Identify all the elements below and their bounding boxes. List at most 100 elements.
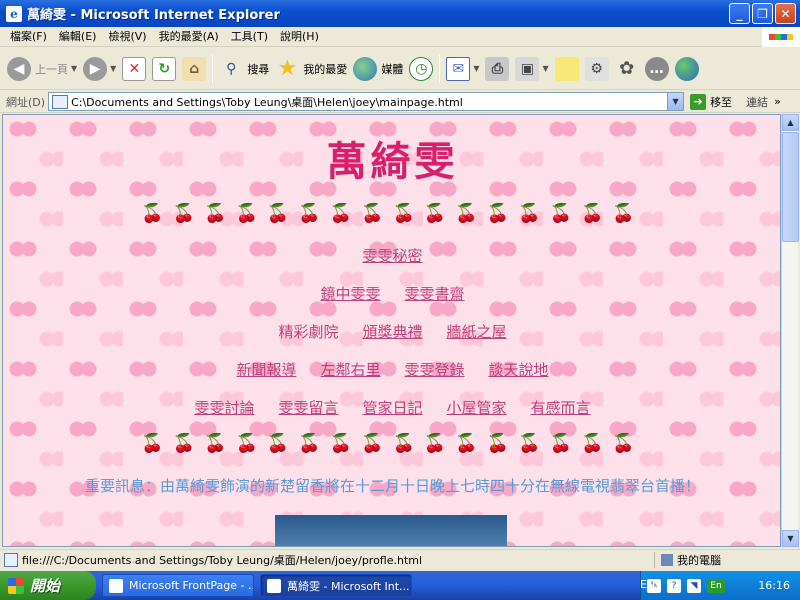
nav-row-5: 雯雯討論 雯雯留言 管家日記 小屋管家 有感而言 [3, 397, 780, 418]
messenger-people-icon [674, 56, 699, 81]
back-dropdown-icon[interactable]: ▼ [71, 64, 77, 73]
media-button[interactable]: 媒體 [350, 52, 406, 86]
nav-link-housekeeper[interactable]: 小屋管家 [447, 397, 507, 418]
scroll-up-icon[interactable]: ▲ [782, 114, 799, 131]
my-computer-icon [661, 554, 673, 566]
toolbar: ◀ 上一頁 ▼ ▶ ▼ ✕ ↻ ⌂ ⚲ 搜尋 ★ 我的最愛 媒體 ◷ ✉ ▼ ⎙… [0, 48, 800, 90]
favorites-label: 我的最愛 [303, 62, 348, 76]
scroll-thumb[interactable] [782, 132, 799, 242]
address-bar: 網址(D) C:\Documents and Settings\Toby Leu… [0, 91, 800, 113]
status-bar: file:///C:/Documents and Settings/Toby L… [0, 549, 800, 570]
address-input[interactable]: C:\Documents and Settings\Toby Leung\桌面\… [48, 92, 685, 111]
home-button[interactable]: ⌂ [179, 52, 209, 86]
forward-dropdown-icon[interactable]: ▼ [110, 64, 116, 73]
mail-button[interactable]: ✉ ▼ [443, 52, 482, 86]
important-notice: 重要訊息：由萬綺雯飾演的新楚留香將在十二月十日晚上七時四十分在無線電視翡翠台首播… [84, 477, 700, 495]
go-label: 移至 [710, 95, 733, 109]
windows-logo-icon [762, 27, 800, 47]
nav-link-secret[interactable]: 雯雯秘密 [362, 245, 422, 266]
nav-link-awards[interactable]: 頒獎典禮 [362, 321, 422, 342]
menu-help[interactable]: 說明(H) [274, 28, 325, 46]
printer-icon: ⎙ [485, 56, 510, 81]
forward-arrow-icon: ▶ [83, 56, 108, 81]
search-button[interactable]: ⚲ 搜尋 [216, 52, 272, 86]
go-arrow-icon: ➔ [690, 93, 707, 110]
menu-tools[interactable]: 工具(T) [225, 28, 274, 46]
nav-link-study[interactable]: 雯雯書齋 [405, 283, 465, 304]
edit-button[interactable]: ▣ ▼ [512, 52, 551, 86]
links-button[interactable]: 連結 [746, 94, 768, 110]
home-icon: ⌂ [182, 56, 207, 81]
tool-button[interactable]: ✿ [612, 52, 642, 86]
page-title: 萬綺雯 [326, 138, 459, 185]
nav-link-register[interactable]: 雯雯登錄 [405, 359, 465, 380]
go-button[interactable]: ➔ 移至 [690, 93, 733, 110]
menu-favorites[interactable]: 我的最愛(A) [153, 28, 225, 46]
close-button[interactable]: ✕ [775, 3, 796, 24]
star-icon: ★ [277, 56, 298, 81]
address-dropdown-icon[interactable]: ▼ [667, 93, 684, 110]
toolbar-separator [439, 54, 441, 83]
print-button[interactable]: ⎙ [482, 52, 512, 86]
scroll-down-icon[interactable]: ▼ [782, 530, 799, 547]
task-ie[interactable]: 萬綺雯 - Microsoft Int... [260, 574, 412, 597]
nav-link-neighbours[interactable]: 左鄰右里 [320, 359, 380, 380]
nav-link-mirror[interactable]: 鏡中雯雯 [320, 283, 380, 304]
cherry-divider-top: 🍒🍒🍒🍒🍒🍒🍒🍒🍒🍒🍒🍒🍒🍒🍒🍒 [141, 203, 644, 224]
history-button[interactable]: ◷ [406, 52, 436, 86]
media-globe-icon [353, 56, 378, 81]
task-ie-label: 萬綺雯 - Microsoft Int... [287, 579, 410, 593]
tray-arrow-icon[interactable]: ◥ [687, 578, 701, 593]
nav-link-chat[interactable]: 談天說地 [489, 359, 549, 380]
taskbar: 開始 Microsoft FrontPage - ... 萬綺雯 - Micro… [0, 571, 800, 600]
vertical-scrollbar[interactable]: ▲ ▼ [781, 114, 799, 547]
research-icon: ⚙ [584, 56, 609, 81]
stop-button[interactable]: ✕ [119, 52, 149, 86]
language-indicator[interactable]: EN [640, 578, 655, 591]
nav-link-discussion[interactable]: 雯雯討論 [194, 397, 254, 418]
research-button[interactable]: ⚙ [582, 52, 612, 86]
mail-icon: ✉ [446, 56, 471, 81]
mail-dropdown-icon[interactable]: ▼ [473, 64, 479, 73]
windows-flag-icon [8, 577, 24, 594]
messenger-button[interactable] [672, 52, 702, 86]
cherry-divider-bottom: 🍒🍒🍒🍒🍒🍒🍒🍒🍒🍒🍒🍒🍒🍒🍒🍒 [141, 433, 644, 454]
menu-edit[interactable]: 編輯(E) [53, 28, 103, 46]
tray-help-icon[interactable]: ? [667, 578, 681, 593]
discuss-button[interactable] [552, 52, 582, 86]
nav-link-wallpaper[interactable]: 牆紙之屋 [447, 321, 507, 342]
forward-button[interactable]: ▶ ▼ [80, 52, 119, 86]
clock: 16:16 [758, 579, 790, 592]
window-title: 萬綺雯 - Microsoft Internet Explorer [27, 8, 280, 23]
minimize-button[interactable]: _ [729, 3, 750, 24]
search-icon: ⚲ [226, 60, 237, 77]
favorites-button[interactable]: ★ 我的最愛 [272, 52, 350, 86]
task-frontpage[interactable]: Microsoft FrontPage - ... [102, 574, 254, 597]
nav-link-guestbook[interactable]: 雯雯留言 [278, 397, 338, 418]
nav-row-3: 精彩劇院 頒獎典禮 牆紙之屋 [3, 321, 780, 342]
menu-view[interactable]: 檢視(V) [102, 28, 152, 46]
back-label: 上一頁 [35, 62, 68, 76]
page-status-icon [4, 553, 18, 567]
address-url[interactable]: C:\Documents and Settings\Toby Leung\桌面\… [71, 94, 667, 110]
security-zone: 我的電腦 [654, 552, 721, 568]
toolbar-separator [212, 54, 214, 83]
links-chevron-icon[interactable]: » [774, 95, 781, 108]
stop-icon: ✕ [122, 56, 147, 81]
edit-dropdown-icon[interactable]: ▼ [542, 64, 548, 73]
nav-link-feelings[interactable]: 有感而言 [531, 397, 591, 418]
title-bar: e 萬綺雯 - Microsoft Internet Explorer _ ❐ … [0, 0, 800, 27]
page-icon [52, 94, 69, 109]
back-button[interactable]: ◀ 上一頁 ▼ [4, 52, 80, 86]
tray-ime-badge[interactable]: En [707, 578, 725, 593]
frontpage-icon [109, 578, 123, 593]
menu-file[interactable]: 檔案(F) [4, 28, 53, 46]
nav-link-diary[interactable]: 管家日記 [362, 397, 422, 418]
messenger-chat-button[interactable]: … [642, 52, 672, 86]
nav-link-news[interactable]: 新聞報導 [236, 359, 296, 380]
task-frontpage-label: Microsoft FrontPage - ... [129, 579, 254, 592]
page-content: 萬綺雯 🍒🍒🍒🍒🍒🍒🍒🍒🍒🍒🍒🍒🍒🍒🍒🍒 雯雯秘密 鏡中雯雯 雯雯書齋 精彩劇院… [2, 114, 781, 547]
refresh-button[interactable]: ↻ [149, 52, 179, 86]
maximize-button[interactable]: ❐ [752, 3, 773, 24]
start-button[interactable]: 開始 [0, 571, 96, 600]
